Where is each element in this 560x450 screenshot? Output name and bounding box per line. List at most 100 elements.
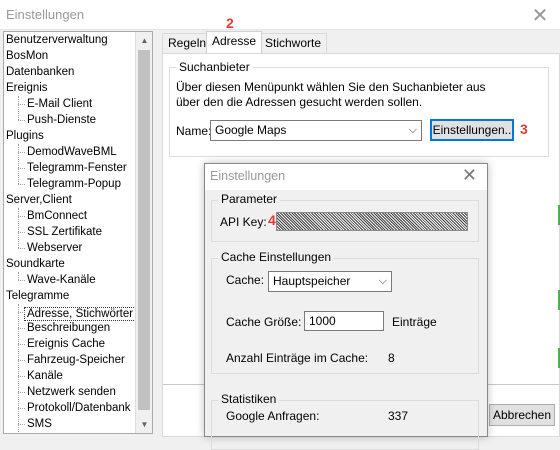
cancel-button[interactable]: Abbrechen bbox=[489, 404, 555, 426]
tree-item-label: Protokoll/Datenbank bbox=[27, 402, 131, 414]
tree-item[interactable]: Telegramme bbox=[4, 288, 71, 304]
chevron-down-icon: ⌵ bbox=[378, 275, 387, 287]
search-provider-group: Suchanbieter Über diesen Menüpunkt wähle… bbox=[169, 60, 549, 157]
tree-connector bbox=[18, 424, 25, 425]
tree-connector bbox=[18, 216, 25, 217]
description: Über diesen Menüpunkt wählen Sie den Suc… bbox=[176, 80, 536, 110]
description-line-2: über den die Adressen gesucht werden sol… bbox=[176, 95, 423, 109]
tree-item-label: DemodWaveBML bbox=[27, 146, 117, 158]
tree-connector bbox=[18, 360, 25, 361]
tree-item[interactable]: Sprachausgabe bbox=[25, 432, 110, 433]
tree-connector bbox=[18, 120, 25, 121]
tree-item-label: Ereignis bbox=[6, 82, 48, 94]
tree-connector bbox=[18, 312, 25, 313]
scroll-thumb[interactable] bbox=[138, 50, 150, 410]
tree-item[interactable]: SSL Zertifikate bbox=[25, 224, 104, 240]
tree-item-label: Kanäle bbox=[27, 370, 63, 382]
tree-item[interactable]: Fahrzeug-Speicher bbox=[25, 352, 127, 368]
tree-connector bbox=[18, 344, 25, 345]
provider-settings-button[interactable]: Einstellungen.. bbox=[430, 119, 514, 141]
description-line-1: Über diesen Menüpunkt wählen Sie den Suc… bbox=[176, 80, 486, 94]
close-icon[interactable]: ✕ bbox=[530, 3, 550, 28]
tree-item[interactable]: Adresse, Stichwörter1 bbox=[23, 304, 147, 321]
tree-item-label: Server,Client bbox=[6, 194, 72, 206]
google-requests-value: 337 bbox=[388, 409, 409, 423]
tree-item-label: Webserver bbox=[27, 242, 83, 254]
tree-item[interactable]: Ereignis bbox=[4, 80, 50, 96]
tree-item-label: E-Mail Client bbox=[27, 98, 93, 110]
tab-label: Adresse bbox=[212, 34, 257, 48]
group-label: Cache Einstellungen bbox=[218, 250, 335, 264]
tree-item[interactable]: Push-Dienste bbox=[25, 112, 98, 128]
tree-item[interactable]: SMS bbox=[25, 416, 54, 432]
window-title: Einstellungen bbox=[6, 7, 85, 22]
tree-item-label: Fahrzeug-Speicher bbox=[27, 354, 125, 366]
tree-connector bbox=[18, 376, 25, 377]
tree-item-label: Telegramm-Popup bbox=[27, 178, 121, 190]
tree-item-label: BosMon bbox=[6, 50, 49, 62]
tree-item[interactable]: BmConnect bbox=[25, 208, 89, 224]
tree-scrollbar[interactable]: ▲ ▼ bbox=[135, 32, 152, 433]
group-label: Statistiken bbox=[218, 392, 280, 406]
tree-item[interactable]: Beschreibungen bbox=[25, 320, 112, 336]
tree-item[interactable]: Kanäle bbox=[25, 368, 65, 384]
tree-item-label: SSL Zertifikate bbox=[27, 226, 102, 238]
tree-item-label: Push-Dienste bbox=[27, 114, 97, 126]
tree-item[interactable]: Soundkarte bbox=[4, 256, 67, 272]
dialog-title-bar: Einstellungen ✕ bbox=[205, 164, 487, 190]
annotation-marker-4: 4 bbox=[268, 212, 276, 228]
cache-select[interactable]: Hauptspeicher ⌵ bbox=[268, 271, 392, 292]
tree-item[interactable]: Netzwerk senden bbox=[25, 384, 118, 400]
settings-tree[interactable]: Benutzerverwaltung BosMon Datenbanken Ereig… bbox=[3, 31, 153, 434]
tree-item[interactable]: Telegramm-Popup bbox=[25, 176, 123, 192]
tree-item[interactable]: BosMon bbox=[4, 48, 50, 64]
tree-connector bbox=[18, 104, 25, 105]
annotation-marker-2: 2 bbox=[226, 15, 234, 31]
tree-item-label: Beschreibungen bbox=[27, 322, 111, 334]
cache-size-value: 1000 bbox=[309, 314, 336, 328]
tab-stichworte[interactable]: Stichworte bbox=[259, 33, 328, 53]
scroll-down-icon[interactable]: ▼ bbox=[136, 416, 152, 433]
close-icon[interactable]: ✕ bbox=[462, 165, 477, 186]
tree-item-label: SMS bbox=[27, 418, 52, 430]
group-label: Suchanbieter bbox=[176, 60, 253, 74]
tree-connector bbox=[18, 152, 25, 153]
tree-item[interactable]: Ereignis Cache bbox=[25, 336, 107, 352]
tree-connector bbox=[18, 248, 25, 249]
tree-item[interactable]: E-Mail Client bbox=[25, 96, 94, 112]
tree-connector bbox=[18, 272, 19, 280]
tree-item[interactable]: Wave-Kanäle bbox=[25, 272, 98, 288]
cache-size-unit: Einträge bbox=[392, 315, 437, 329]
tree-item[interactable]: Server,Client bbox=[4, 192, 74, 208]
annotation-marker-3: 3 bbox=[520, 121, 528, 137]
tree-item-label: Plugins bbox=[6, 130, 44, 142]
tree-item[interactable]: Telegramm-Fenster bbox=[25, 160, 129, 176]
tree-connector bbox=[18, 280, 25, 281]
tree-item[interactable]: Datenbanken bbox=[4, 64, 76, 80]
tree-item[interactable]: DemodWaveBML bbox=[25, 144, 119, 160]
tree-connector bbox=[18, 96, 19, 120]
button-label: Abbrechen bbox=[492, 408, 552, 422]
provider-select[interactable]: Google Maps ⌵ bbox=[210, 120, 422, 141]
tree-item[interactable]: Protokoll/Datenbank bbox=[25, 400, 133, 416]
tree-connector bbox=[18, 144, 19, 184]
tree-item-label: Netzwerk senden bbox=[27, 386, 116, 398]
tab-label: Stichworte bbox=[265, 36, 322, 50]
tree-item-label: Telegramme bbox=[6, 290, 70, 302]
chevron-down-icon: ⌵ bbox=[408, 124, 417, 136]
tree-connector bbox=[18, 184, 25, 185]
tab-adresse[interactable]: Adresse bbox=[206, 31, 263, 53]
tree-connector bbox=[18, 168, 25, 169]
tree-item[interactable]: Plugins bbox=[4, 128, 46, 144]
scroll-up-icon[interactable]: ▲ bbox=[136, 32, 152, 49]
cache-size-label: Cache Größe: bbox=[226, 315, 302, 329]
tree-item-label: Ereignis Cache bbox=[27, 338, 105, 350]
tree-item-label: BmConnect bbox=[27, 210, 88, 222]
cache-size-input[interactable]: 1000 bbox=[304, 311, 384, 331]
tree-item[interactable]: Webserver bbox=[25, 240, 84, 256]
tree-connector bbox=[18, 328, 25, 329]
tree-item[interactable]: Benutzerverwaltung bbox=[4, 32, 110, 48]
api-key-input[interactable] bbox=[276, 212, 468, 231]
tree-item-label: Telegramm-Fenster bbox=[27, 162, 127, 174]
tab-regeln[interactable]: Regeln bbox=[162, 33, 213, 53]
